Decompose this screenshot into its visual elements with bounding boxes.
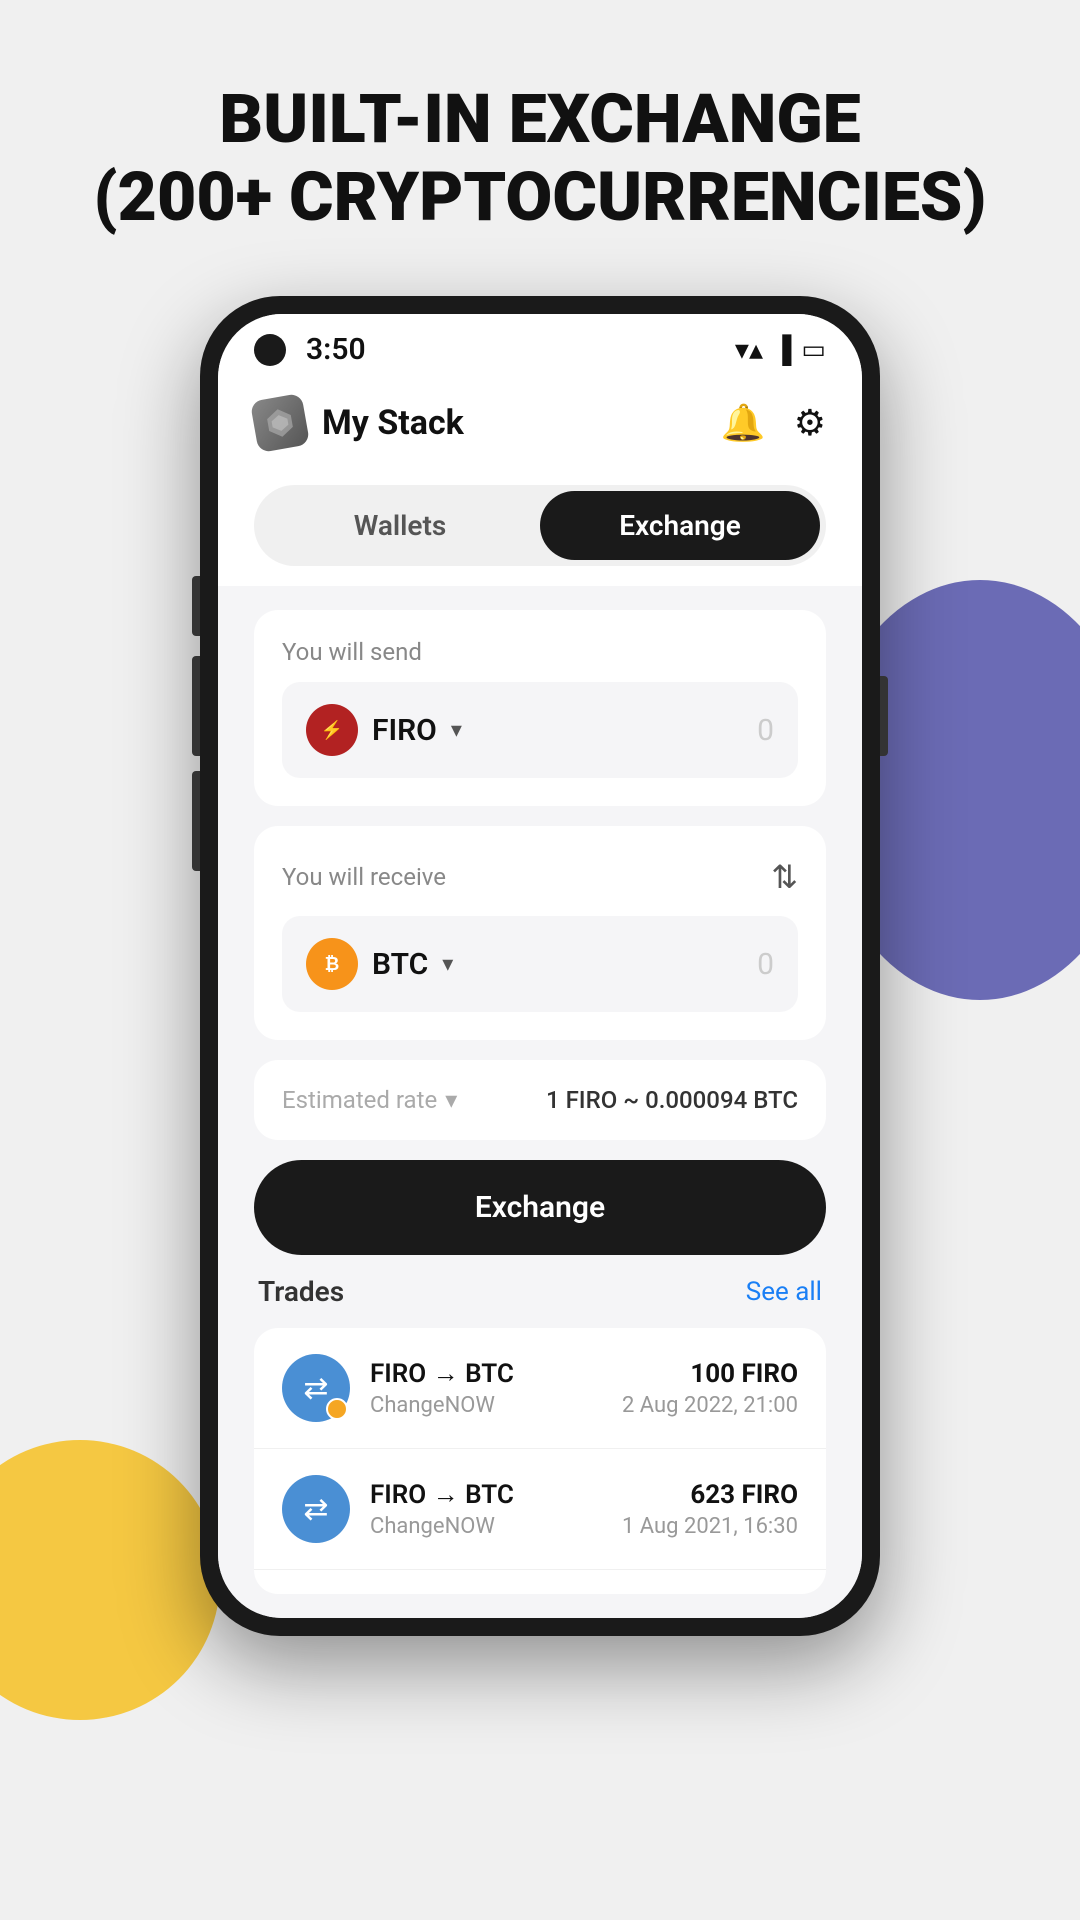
app-header: My Stack 🔔 ⚙ [218, 377, 862, 469]
trade-swap-icon: ⇄ [303, 1492, 328, 1527]
tab-exchange[interactable]: Exchange [540, 491, 820, 560]
trade-amounts-1: 100 FIRO 2 Aug 2022, 21:00 [622, 1359, 798, 1418]
status-time: 3:50 [306, 332, 366, 367]
rate-chevron-icon: ▾ [445, 1086, 457, 1114]
trade-swap-icon: ⇄ [303, 1371, 328, 1406]
tab-bar: Wallets Exchange [218, 469, 862, 586]
header-icons: 🔔 ⚙ [721, 402, 826, 444]
trade-amounts-2: 623 FIRO 1 Aug 2021, 16:30 [622, 1480, 798, 1539]
btc-icon: ₿ [306, 938, 358, 990]
phone-screen: 3:50 ▾▴ ▐ ▭ My Stack 🔔 [218, 314, 862, 1618]
app-title: My Stack [322, 403, 721, 443]
trades-list: ⇄ FIRO → BTC ChangeNOW 100 FIRO 2 Aug 20… [254, 1328, 826, 1594]
firo-icon: ⚡ [306, 704, 358, 756]
trade-amount: 623 FIRO [622, 1480, 798, 1510]
trade-badge [326, 1398, 348, 1420]
rate-value: 1 FIRO ~ 0.000094 BTC [546, 1086, 798, 1114]
bell-icon[interactable]: 🔔 [721, 402, 766, 444]
svg-text:₿: ₿ [325, 954, 340, 975]
bg-decoration-yellow [0, 1440, 220, 1720]
trade-pair: FIRO → BTC [370, 1479, 602, 1510]
power-button [192, 771, 200, 871]
main-content: You will send ⚡ FIRO ▾ [218, 586, 862, 1618]
trade-item[interactable]: ⇄ FIRO → BTC ChangeNOW 623 FIRO 1 Aug 20… [254, 1449, 826, 1570]
phone-frame: 3:50 ▾▴ ▐ ▭ My Stack 🔔 [200, 296, 880, 1636]
see-all-button[interactable]: See all [746, 1277, 822, 1307]
receive-chevron-icon: ▾ [442, 952, 453, 977]
send-label: You will send [282, 638, 798, 666]
trade-item[interactable]: ⇄ XMR → BTC ChangeNOW 25 XMR 20 Aug 2021… [254, 1570, 826, 1594]
receive-section: You will receive ⇅ ₿ BTC [254, 826, 826, 1040]
trade-icon-2: ⇄ [282, 1475, 350, 1543]
exchange-button[interactable]: Exchange [254, 1160, 826, 1255]
exchange-button-label: Exchange [475, 1190, 605, 1225]
tab-wallets[interactable]: Wallets [260, 491, 540, 560]
send-crypto-selector[interactable]: ⚡ FIRO ▾ 0 [282, 682, 798, 778]
receive-label: You will receive [282, 863, 446, 891]
trade-info-2: FIRO → BTC ChangeNOW [370, 1479, 602, 1539]
signal-icon: ▐ [773, 334, 791, 365]
vol-down-button [192, 656, 200, 756]
page-title: BUILT-IN EXCHANGE (200+ CRYPTOCURRENCIES… [34, 80, 1047, 236]
send-section: You will send ⚡ FIRO ▾ [254, 610, 826, 806]
trade-provider: ChangeNOW [370, 1393, 602, 1418]
vol-up-button [192, 576, 200, 636]
send-amount[interactable]: 0 [757, 713, 774, 748]
trade-pair: FIRO → BTC [370, 1358, 602, 1389]
rate-row: Estimated rate ▾ 1 FIRO ~ 0.000094 BTC [254, 1060, 826, 1140]
trade-date: 2 Aug 2022, 21:00 [622, 1393, 798, 1418]
wifi-icon: ▾▴ [735, 333, 763, 366]
trade-icon-1: ⇄ [282, 1354, 350, 1422]
trades-header: Trades See all [254, 1275, 826, 1308]
side-button [880, 676, 888, 756]
status-icons: ▾▴ ▐ ▭ [735, 333, 826, 366]
send-crypto-name: FIRO [372, 713, 437, 748]
trade-info-1: FIRO → BTC ChangeNOW [370, 1358, 602, 1418]
receive-amount[interactable]: 0 [757, 947, 774, 982]
swap-icon[interactable]: ⇅ [771, 858, 798, 896]
trade-date: 1 Aug 2021, 16:30 [622, 1514, 798, 1539]
receive-crypto-selector[interactable]: ₿ BTC ▾ 0 [282, 916, 798, 1012]
trade-item[interactable]: ⇄ FIRO → BTC ChangeNOW 100 FIRO 2 Aug 20… [254, 1328, 826, 1449]
app-logo [250, 393, 310, 453]
trade-amount: 100 FIRO [622, 1359, 798, 1389]
battery-icon: ▭ [801, 335, 826, 365]
trade-provider: ChangeNOW [370, 1514, 602, 1539]
trades-title: Trades [258, 1275, 344, 1308]
gear-icon[interactable]: ⚙ [794, 402, 826, 444]
camera-cutout [254, 334, 286, 366]
svg-text:⚡: ⚡ [321, 719, 343, 741]
receive-crypto-name: BTC [372, 947, 428, 982]
status-bar: 3:50 ▾▴ ▐ ▭ [218, 314, 862, 377]
send-chevron-icon: ▾ [451, 718, 462, 743]
estimated-rate-label[interactable]: Estimated rate ▾ [282, 1086, 457, 1114]
